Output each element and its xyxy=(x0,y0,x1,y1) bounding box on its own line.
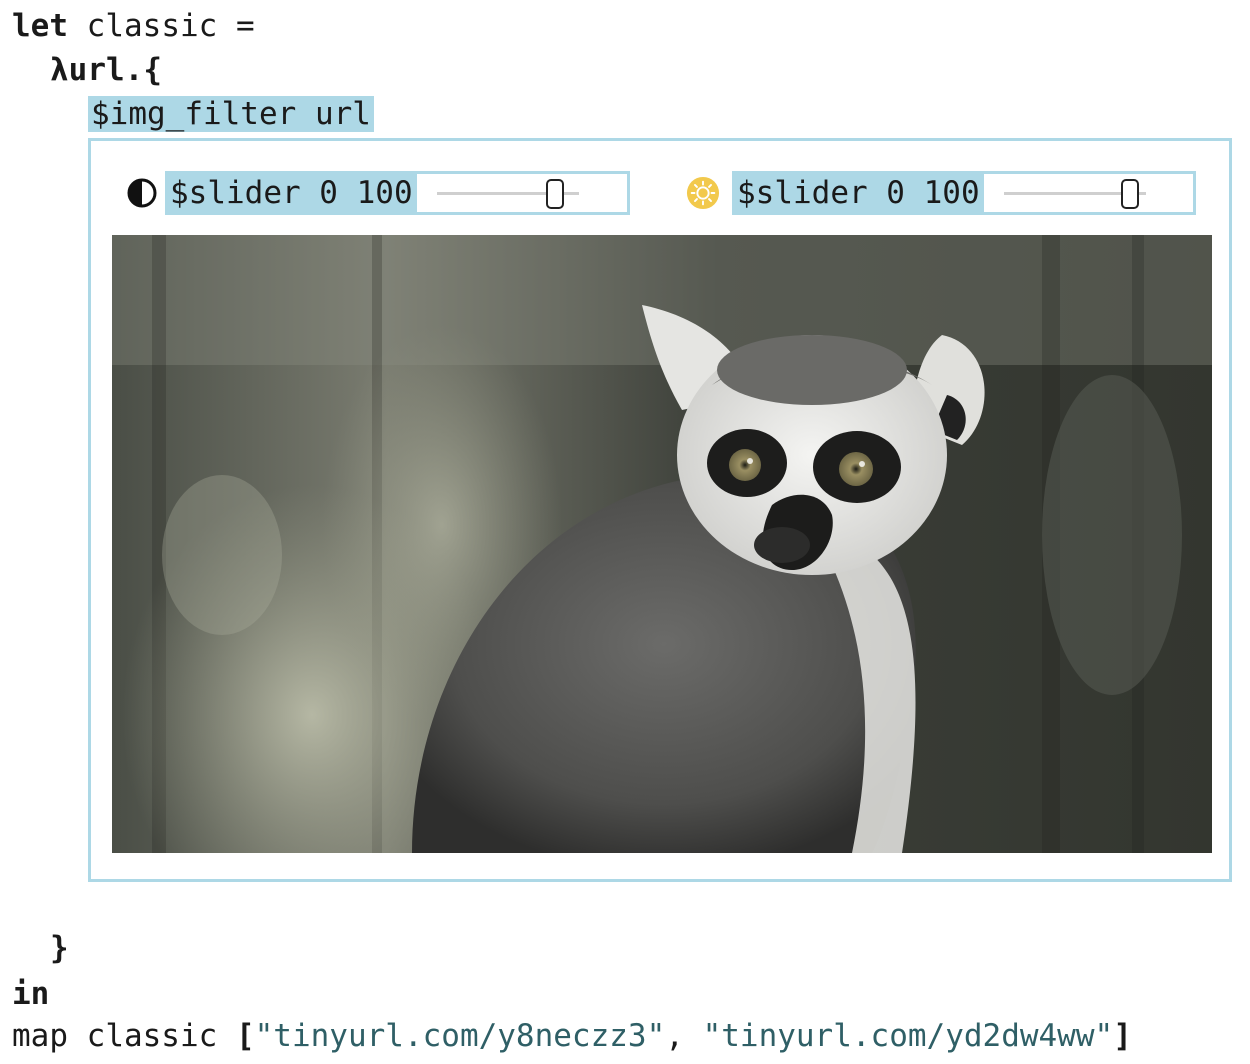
contrast-slider-thumb[interactable] xyxy=(545,179,564,209)
contrast-slider[interactable] xyxy=(417,174,599,212)
lemur-photo xyxy=(112,235,1212,853)
map-call-text: map classic xyxy=(12,1018,236,1054)
img-filter-expression[interactable]: $img_filter url xyxy=(88,96,374,132)
code-line-img-filter[interactable]: $img_filter url xyxy=(88,94,374,134)
url-string-1[interactable]: "tinyurl.com/y8neczz3" xyxy=(255,1018,666,1054)
keyword-let: let xyxy=(12,8,68,44)
code-line-let: let classic = xyxy=(12,6,255,46)
contrast-slider-box: $slider 0 100 xyxy=(165,171,630,215)
brightness-slider-thumb[interactable] xyxy=(1121,179,1140,209)
list-separator: , xyxy=(665,1018,703,1054)
let-binding-text: classic = xyxy=(68,8,255,44)
keyword-in: in xyxy=(12,976,50,1012)
list-close-bracket: ] xyxy=(1113,1018,1132,1054)
brightness-slider-label: $slider 0 100 xyxy=(735,174,984,212)
contrast-icon xyxy=(125,176,159,210)
list-open-bracket: [ xyxy=(235,1018,255,1054)
contrast-slider-group: $slider 0 100 xyxy=(125,171,630,215)
url-string-2[interactable]: "tinyurl.com/yd2dw4ww" xyxy=(703,1018,1114,1054)
code-line-map: map classic ["tinyurl.com/y8neczz3", "ti… xyxy=(12,1016,1132,1056)
brightness-slider-group: $slider 0 100 xyxy=(686,171,1196,215)
brightness-slider[interactable] xyxy=(984,174,1166,212)
contrast-slider-label: $slider 0 100 xyxy=(168,174,417,212)
code-line-close-brace: } xyxy=(50,930,69,966)
brightness-slider-box: $slider 0 100 xyxy=(732,171,1196,215)
code-line-lambda: λurl.{ xyxy=(50,52,162,88)
brightness-icon xyxy=(686,176,720,210)
img-filter-widget: $slider 0 100 $slider 0 100 xyxy=(88,138,1232,882)
